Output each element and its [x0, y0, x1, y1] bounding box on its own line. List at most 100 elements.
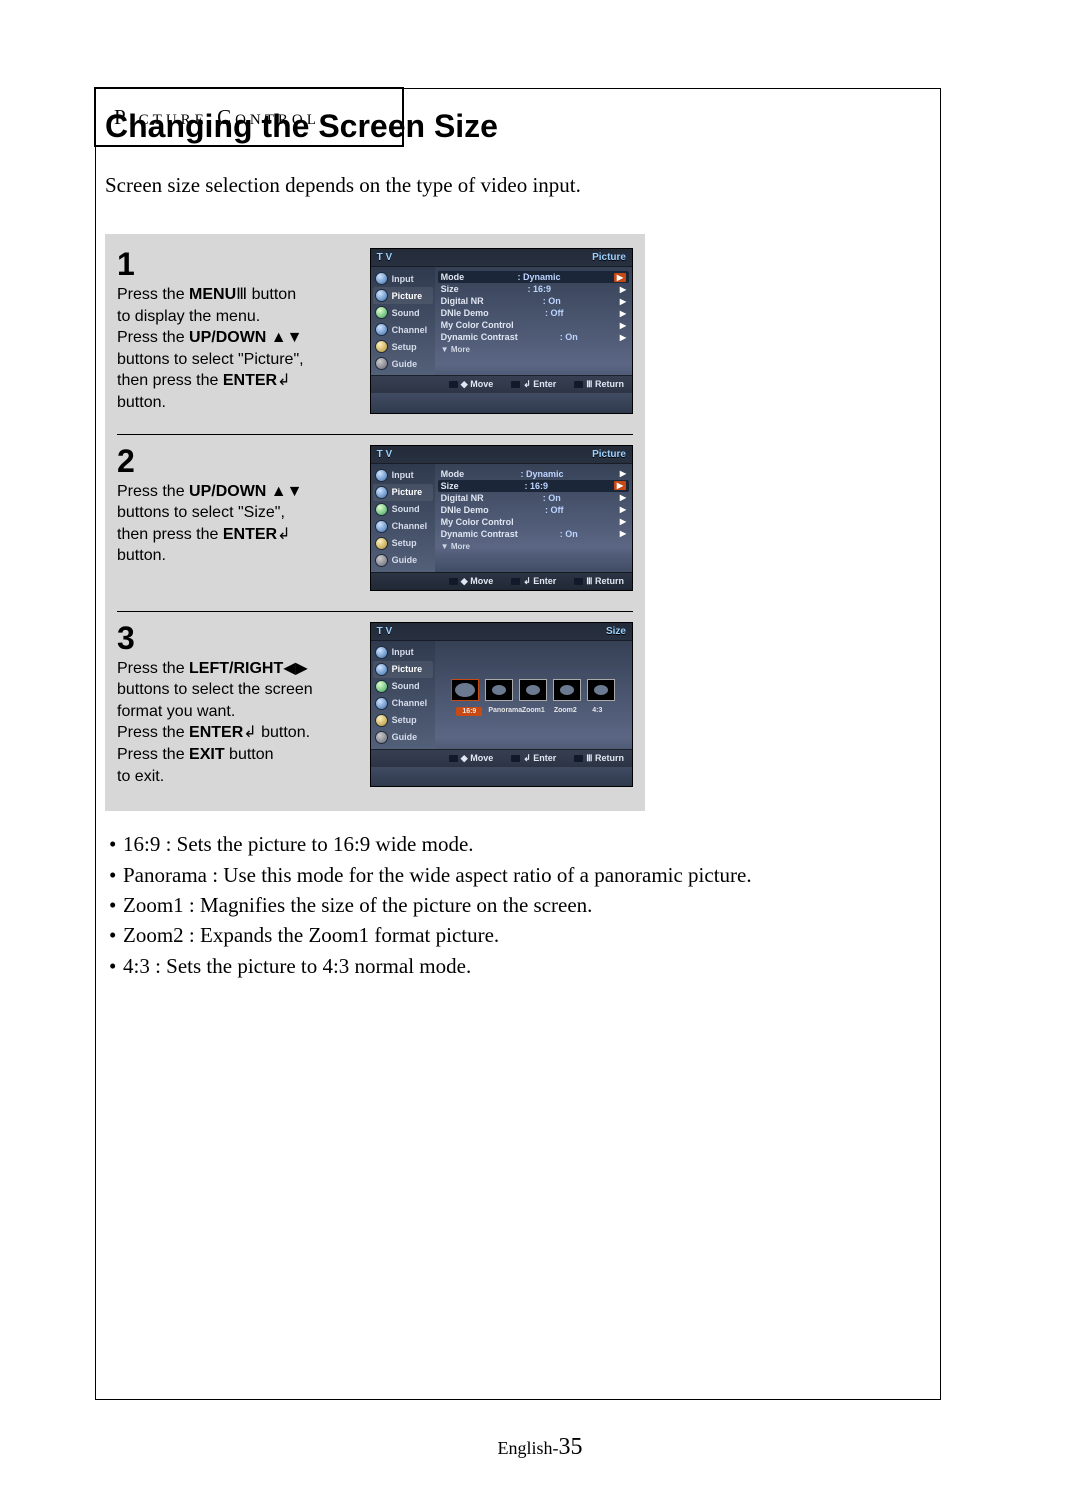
- osd-more: ▼ More: [441, 345, 626, 354]
- bullet-list: •16:9 : Sets the picture to 16:9 wide mo…: [109, 829, 930, 981]
- osd-side-item: Channel: [373, 695, 433, 712]
- arrow-right-icon: ▶: [620, 505, 626, 514]
- step-text: 2Press the UP/DOWN ▲▼buttons to select "…: [117, 445, 370, 591]
- arrow-right-icon: ▶: [614, 481, 626, 490]
- step-line: Press the EXIT button: [117, 744, 360, 766]
- osd-side-label: Input: [392, 647, 414, 657]
- osd-side-label: Sound: [392, 504, 420, 514]
- osd-side-icon: [375, 646, 388, 659]
- osd-side-item: Guide: [373, 729, 433, 746]
- osd-sidebar: Input Picture Sound Channel Setup Guide: [371, 641, 435, 749]
- osd-footer: ◆ Move↲ EnterⅢ Return: [371, 749, 632, 767]
- osd-side-label: Setup: [392, 715, 417, 725]
- bullet-dot: •: [109, 829, 123, 859]
- osd-menu-row: Mode: Dynamic▶: [441, 468, 626, 480]
- osd-side-icon: [375, 469, 388, 482]
- step-text: 3Press the LEFT/RIGHT◀▶buttons to select…: [117, 622, 370, 788]
- osd-side-label: Picture: [392, 664, 423, 674]
- step-line: then press the ENTER↲: [117, 370, 360, 392]
- osd-menu-label: Digital NR: [441, 296, 484, 306]
- osd-side-label: Sound: [392, 681, 420, 691]
- osd-menu-value: : Dynamic: [521, 469, 564, 479]
- size-thumb-inner: [455, 683, 475, 697]
- osd-menu-row: Size: 16:9▶: [438, 480, 629, 492]
- size-thumbs-row: [451, 679, 615, 701]
- bullet-dot: •: [109, 860, 123, 890]
- bullet-item: •Zoom1 : Magnifies the size of the pictu…: [109, 890, 930, 920]
- arrow-right-icon: ▶: [620, 321, 626, 330]
- osd-side-icon: [375, 289, 388, 302]
- osd-more: ▼ More: [441, 542, 626, 551]
- size-label: Panorama: [488, 707, 514, 716]
- bullet-text: Zoom2 : Expands the Zoom1 format picture…: [123, 920, 499, 950]
- osd-menu-label: DNIe Demo: [441, 505, 489, 515]
- size-label: 4:3: [584, 707, 610, 716]
- bullet-dot: •: [109, 920, 123, 950]
- osd-side-icon: [375, 306, 388, 319]
- osd-side-label: Channel: [392, 325, 428, 335]
- osd-footer-item: ◆ Move: [449, 753, 493, 764]
- osd-menu-label: Dynamic Contrast: [441, 332, 518, 342]
- size-thumb: [587, 679, 615, 701]
- osd-menu-row: Size: 16:9▶: [441, 283, 626, 295]
- osd-side-icon: [375, 323, 388, 336]
- osd-body: InputPictureSoundChannelSetupGuideMode: …: [371, 267, 632, 375]
- osd-side-label: Guide: [392, 555, 418, 565]
- osd-menu-label: Size: [441, 284, 459, 294]
- bullet-item: •4:3 : Sets the picture to 4:3 normal mo…: [109, 951, 930, 981]
- size-labels-row: 16:9PanoramaZoom1Zoom24:3: [456, 707, 610, 716]
- osd-side-icon: [375, 554, 388, 567]
- osd-side-item: Channel: [373, 321, 433, 338]
- osd-side-item: Sound: [373, 304, 433, 321]
- step-line: format you want.: [117, 701, 360, 723]
- osd-menu-value: : 16:9: [525, 481, 549, 491]
- osd-menu-row: Digital NR: On▶: [441, 492, 626, 504]
- size-thumb: [451, 679, 479, 701]
- osd-side-icon: [375, 520, 388, 533]
- osd-side-icon: [375, 714, 388, 727]
- step-line: buttons to select the screen: [117, 679, 360, 701]
- step-line: Press the UP/DOWN ▲▼: [117, 481, 360, 503]
- step: 3Press the LEFT/RIGHT◀▶buttons to select…: [117, 611, 633, 800]
- osd-side-item: Setup: [373, 712, 433, 729]
- osd-screenshot: T VPictureInputPictureSoundChannelSetupG…: [370, 445, 633, 591]
- osd-title-right: Picture: [592, 252, 626, 263]
- osd-menu-label: DNIe Demo: [441, 308, 489, 318]
- osd-menu-row: Mode: Dynamic▶: [438, 271, 629, 283]
- osd-size-panel: 16:9PanoramaZoom1Zoom24:3: [435, 641, 632, 749]
- osd-screenshot: T VPictureInputPictureSoundChannelSetupG…: [370, 248, 633, 414]
- osd-title-left: T V: [377, 626, 393, 637]
- bullet-text: 16:9 : Sets the picture to 16:9 wide mod…: [123, 829, 474, 859]
- osd-menu-value: : On: [543, 296, 561, 306]
- arrow-right-icon: ▶: [620, 285, 626, 294]
- osd-menu-label: Dynamic Contrast: [441, 529, 518, 539]
- osd-footer: ◆ Move↲ EnterⅢ Return: [371, 572, 632, 590]
- bullet-dot: •: [109, 890, 123, 920]
- osd-side-label: Picture: [392, 291, 423, 301]
- osd-screenshot: T V Size Input Picture Sound Channel Setup Guid…: [370, 622, 633, 788]
- arrow-right-icon: ▶: [620, 333, 626, 342]
- intro-text: Screen size selection depends on the typ…: [105, 173, 930, 198]
- size-thumb-inner: [492, 685, 506, 695]
- osd-footer-item: ↲ Enter: [511, 576, 556, 587]
- osd-menu-label: Mode: [441, 469, 465, 479]
- osd-body: Input Picture Sound Channel Setup Guide 16:9Pa…: [371, 641, 632, 749]
- step: 1Press the MENUⅢ buttonto display the me…: [117, 242, 633, 426]
- arrow-right-icon: ▶: [620, 297, 626, 306]
- osd-side-item: Setup: [373, 338, 433, 355]
- osd-side-item: Guide: [373, 355, 433, 372]
- arrow-right-icon: ▶: [620, 529, 626, 538]
- osd-menu-row: Dynamic Contrast: On▶: [441, 528, 626, 540]
- step-line: to display the menu.: [117, 306, 360, 328]
- osd-side-label: Picture: [392, 487, 423, 497]
- step-line: Press the UP/DOWN ▲▼: [117, 327, 360, 349]
- page-n: 35: [559, 1434, 583, 1460]
- osd-footer-item: Ⅲ Return: [574, 576, 624, 587]
- step: 2Press the UP/DOWN ▲▼buttons to select "…: [117, 434, 633, 603]
- bullet-text: Panorama : Use this mode for the wide as…: [123, 860, 752, 890]
- osd-side-item: Picture: [373, 287, 433, 304]
- size-thumb-inner: [560, 685, 574, 695]
- osd-side-item: Input: [373, 644, 433, 661]
- osd-title-right: Size: [606, 626, 626, 637]
- arrow-right-icon: ▶: [620, 517, 626, 526]
